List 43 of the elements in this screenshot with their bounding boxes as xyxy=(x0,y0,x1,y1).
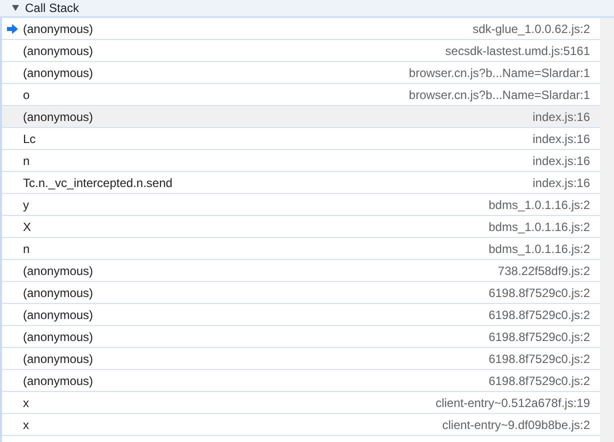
function-name: (anonymous) xyxy=(23,108,94,126)
source-location[interactable]: 738.22f58df9.js:2 xyxy=(498,262,590,280)
function-name: (anonymous) xyxy=(23,42,94,60)
source-location[interactable]: bdms_1.0.1.16.js:2 xyxy=(488,196,590,214)
function-name: x xyxy=(23,416,29,434)
source-location[interactable]: secsdk-lastest.umd.js:5161 xyxy=(445,42,590,60)
stack-frame[interactable]: (anonymous) index.js:16 xyxy=(2,106,600,128)
source-location[interactable]: 6198.8f7529c0.js:2 xyxy=(488,328,590,346)
source-location[interactable]: 6198.8f7529c0.js:2 xyxy=(488,372,590,390)
function-name: n xyxy=(23,152,30,170)
source-location[interactable]: index.js:16 xyxy=(532,130,590,148)
function-name: (anonymous) xyxy=(23,328,94,346)
function-name: (anonymous) xyxy=(23,262,94,280)
function-name: n xyxy=(23,240,30,258)
source-location[interactable]: sdk-glue_1.0.0.62.js:2 xyxy=(472,20,590,38)
function-name: o xyxy=(23,86,30,104)
source-location[interactable]: bdms_1.0.1.16.js:2 xyxy=(488,240,590,258)
function-name: (anonymous) xyxy=(23,372,94,390)
source-location[interactable]: browser.cn.js?b...Name=Slardar:1 xyxy=(408,86,590,104)
source-location[interactable]: 6198.8f7529c0.js:2 xyxy=(488,350,590,368)
function-name: X xyxy=(23,218,32,236)
scrollbar-track[interactable] xyxy=(600,18,614,442)
source-location[interactable]: browser.cn.js?b...Name=Slardar:1 xyxy=(408,64,590,82)
triangle-icon xyxy=(12,5,19,11)
source-location[interactable]: index.js:16 xyxy=(532,152,590,170)
source-location[interactable]: client-entry~9.df09b8be.js:2 xyxy=(442,416,590,434)
source-location[interactable]: bdms_1.0.1.16.js:2 xyxy=(488,218,590,236)
function-name: x xyxy=(23,394,29,412)
section-title: Call Stack xyxy=(25,0,80,17)
source-location[interactable]: client-entry~0.512a678f.js:19 xyxy=(436,394,590,412)
function-name: (anonymous) xyxy=(23,284,94,302)
function-name: (anonymous) xyxy=(23,306,94,324)
function-name: (anonymous) xyxy=(23,350,94,368)
source-location[interactable]: 6198.8f7529c0.js:2 xyxy=(488,284,590,302)
function-name: Lc xyxy=(23,130,36,148)
section-header[interactable]: Call Stack xyxy=(0,0,614,18)
function-name: Tc.n._vc_intercepted.n.send xyxy=(23,174,172,192)
source-location[interactable]: index.js:16 xyxy=(532,174,590,192)
function-name: y xyxy=(23,196,29,214)
source-location[interactable]: 6198.8f7529c0.js:2 xyxy=(488,306,590,324)
source-location[interactable]: index.js:16 xyxy=(532,108,590,126)
function-name: (anonymous) xyxy=(23,20,94,38)
function-name: (anonymous) xyxy=(23,64,94,82)
